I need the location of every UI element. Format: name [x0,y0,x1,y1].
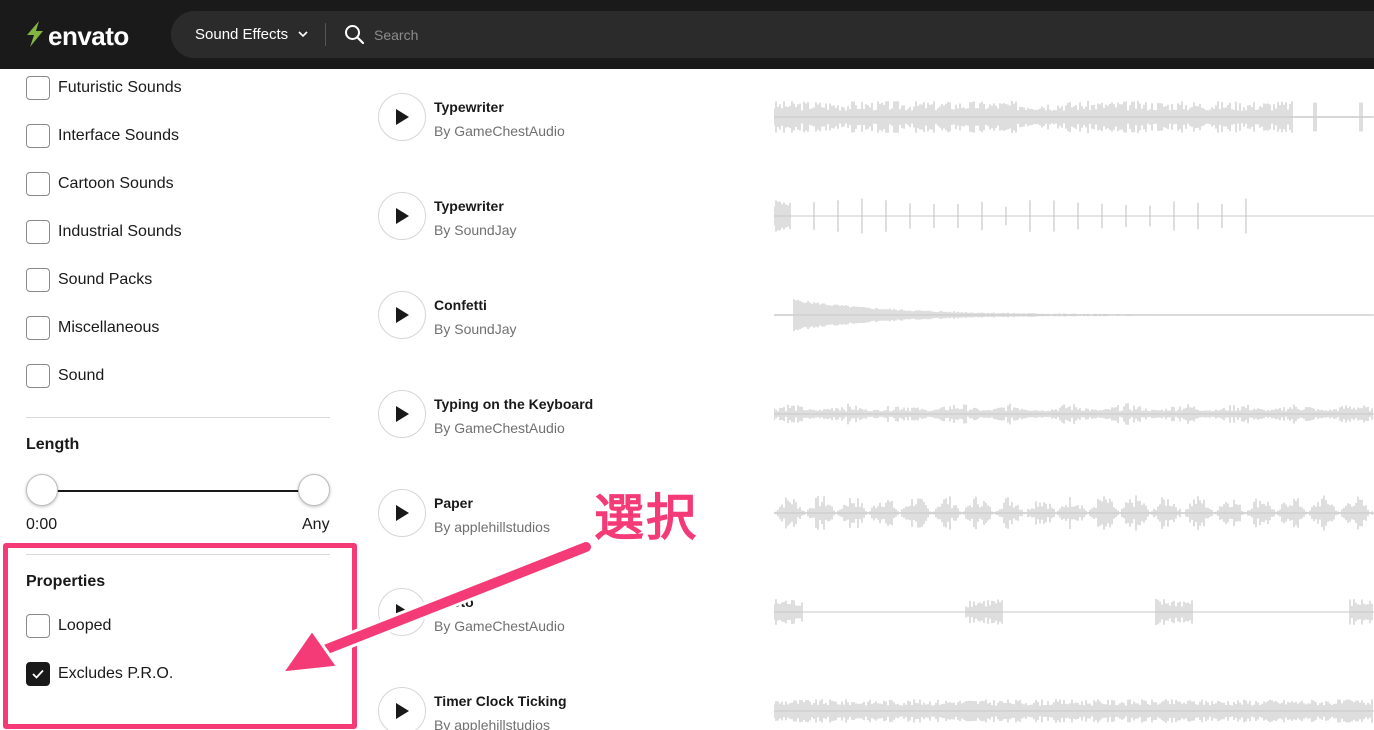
envato-leaf-icon [24,20,46,53]
track-row: Paper By applehillstudios [360,465,1374,564]
play-icon [396,406,409,422]
length-max-label: Any [302,516,330,533]
track-title[interactable]: Typing on the Keyboard [434,396,593,412]
filter-label: Futuristic Sounds [58,79,182,96]
play-button[interactable] [378,687,426,730]
filter-looped[interactable]: Looped [26,614,111,638]
search-icon[interactable] [344,24,365,50]
filter-sidebar: Futuristic Sounds Interface Sounds Carto… [0,69,360,730]
filter-label: Excludes P.R.O. [58,665,174,682]
track-title[interactable]: Typewriter [434,99,504,115]
track-author[interactable]: By GameChestAudio [434,618,565,634]
track-row: Confetti By SoundJay [360,267,1374,366]
category-dropdown[interactable]: Sound Effects [195,11,308,58]
filter-label: Industrial Sounds [58,223,182,240]
track-author[interactable]: By GameChestAudio [434,420,565,436]
checkbox[interactable] [26,172,50,196]
checkbox-checked[interactable] [26,662,50,686]
filter-interface-sounds[interactable]: Interface Sounds [26,124,179,148]
category-label: Sound Effects [195,26,289,43]
track-row: Timer Clock Ticking By applehillstudios [360,663,1374,730]
play-button[interactable] [378,192,426,240]
filter-label: Looped [58,617,112,634]
play-button[interactable] [378,291,426,339]
play-icon [396,703,409,719]
checkbox[interactable] [26,220,50,244]
sidebar-divider [26,417,330,418]
filter-sound[interactable]: Sound [26,364,104,388]
checkbox[interactable] [26,614,50,638]
filter-label: Interface Sounds [58,127,179,144]
properties-title: Properties [26,573,106,590]
search-bar: Sound Effects [171,11,1374,58]
play-button[interactable] [378,489,426,537]
play-icon [396,505,409,521]
play-icon [396,109,409,125]
filter-industrial-sounds[interactable]: Industrial Sounds [26,220,182,244]
length-slider-track[interactable] [42,490,314,492]
waveform[interactable] [774,97,1374,137]
waveform[interactable] [774,295,1374,335]
checkmark-icon [32,669,44,679]
track-author[interactable]: By applehillstudios [434,519,550,535]
brand-name: envato [48,21,129,51]
filter-miscellaneous[interactable]: Miscellaneous [26,316,159,340]
length-max-handle[interactable] [298,474,330,506]
play-button[interactable] [378,93,426,141]
track-title[interactable]: Photo [434,594,474,610]
waveform[interactable] [774,691,1374,730]
waveform[interactable] [774,493,1374,533]
chevron-down-icon [298,31,308,38]
track-list: Typewriter By GameChestAudio Typewriter … [360,69,1374,730]
play-button[interactable] [378,588,426,636]
track-title[interactable]: Typewriter [434,198,504,214]
checkbox[interactable] [26,364,50,388]
track-row: Photo By GameChestAudio [360,564,1374,663]
filter-label: Cartoon Sounds [58,175,174,192]
checkbox[interactable] [26,316,50,340]
play-icon [396,307,409,323]
play-icon [396,208,409,224]
length-min-handle[interactable] [26,474,58,506]
length-min-label: 0:00 [26,516,58,533]
filter-sound-packs[interactable]: Sound Packs [26,268,152,292]
track-author[interactable]: By SoundJay [434,222,517,238]
track-title[interactable]: Paper [434,495,473,511]
checkbox[interactable] [26,76,50,100]
track-row: Typing on the Keyboard By GameChestAudio [360,366,1374,465]
checkbox[interactable] [26,124,50,148]
waveform[interactable] [774,394,1374,434]
filter-excludes-pro[interactable]: Excludes P.R.O. [26,662,173,686]
play-button[interactable] [378,390,426,438]
play-icon [396,604,409,620]
filter-label: Sound Packs [58,271,153,288]
filter-label: Miscellaneous [58,319,160,336]
envato-logo[interactable]: envato [24,20,129,53]
checkbox[interactable] [26,268,50,292]
filter-label: Sound [58,367,105,384]
search-input[interactable] [374,19,1274,50]
search-separator [325,23,326,46]
track-row: Typewriter By SoundJay [360,168,1374,267]
track-title[interactable]: Confetti [434,297,487,313]
track-author[interactable]: By applehillstudios [434,717,550,730]
annotation-label: 選択 [594,489,698,547]
track-title[interactable]: Timer Clock Ticking [434,693,567,709]
track-row: Typewriter By GameChestAudio [360,69,1374,168]
sidebar-divider [26,554,330,555]
waveform[interactable] [774,196,1374,236]
top-header: envato Sound Effects [0,0,1374,69]
track-author[interactable]: By SoundJay [434,321,517,337]
length-title: Length [26,436,80,453]
filter-cartoon-sounds[interactable]: Cartoon Sounds [26,172,174,196]
filter-futuristic-sounds[interactable]: Futuristic Sounds [26,76,182,100]
track-author[interactable]: By GameChestAudio [434,123,565,139]
waveform[interactable] [774,592,1374,632]
